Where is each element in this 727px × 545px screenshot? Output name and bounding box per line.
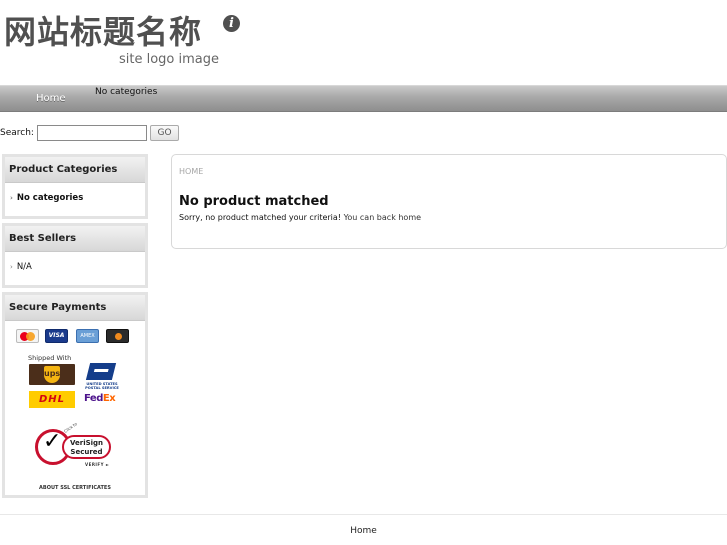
amex-icon: AMEX bbox=[76, 329, 99, 343]
info-icon: i bbox=[223, 15, 240, 32]
search-go-button[interactable]: GO bbox=[150, 125, 179, 141]
main-content-panel: HOME No product matched Sorry, no produc… bbox=[171, 154, 727, 249]
mastercard-icon bbox=[16, 329, 39, 343]
footer-home-link[interactable]: Home bbox=[0, 526, 727, 536]
search-input[interactable] bbox=[37, 125, 147, 141]
discover-icon bbox=[106, 329, 129, 343]
verisign-seal[interactable]: ✓ Click to VeriSign Secured VERIFY ► bbox=[33, 421, 117, 471]
nav-categories-text: No categories bbox=[95, 87, 158, 97]
fedex-logo-icon: FedEx bbox=[84, 393, 116, 404]
site-title: 网站标题名称 bbox=[4, 13, 203, 51]
footer-divider bbox=[0, 514, 727, 515]
checkmark-icon: ✓ bbox=[43, 429, 62, 454]
bullet-arrow-icon: › bbox=[10, 263, 13, 271]
nav-home-link[interactable]: Home bbox=[36, 93, 66, 104]
product-categories-box: Product Categories › No categories bbox=[2, 154, 148, 219]
bullet-arrow-icon: › bbox=[10, 194, 13, 202]
secure-payments-box: Secure Payments VISA AMEX Shipped With u… bbox=[2, 292, 148, 498]
best-sellers-title: Best Sellers bbox=[5, 226, 145, 252]
no-result-text: Sorry, no product matched your criteria! bbox=[179, 213, 342, 222]
back-home-link[interactable]: You can back home bbox=[344, 213, 421, 222]
breadcrumb[interactable]: HOME bbox=[179, 167, 203, 176]
usps-logo-icon: UNITED STATES POSTAL SERVICE bbox=[82, 363, 120, 390]
best-seller-item: › N/A bbox=[5, 252, 145, 284]
usps-eagle-icon bbox=[85, 363, 117, 380]
best-sellers-box: Best Sellers › N/A bbox=[2, 223, 148, 288]
verisign-secured: Secured bbox=[70, 448, 103, 456]
verisign-name: VeriSign bbox=[69, 439, 104, 447]
secure-payments-title: Secure Payments bbox=[5, 295, 145, 321]
page-title: No product matched bbox=[179, 194, 329, 209]
ups-logo-icon: ups bbox=[29, 364, 75, 385]
category-item[interactable]: › No categories bbox=[5, 183, 145, 215]
nav-bar: Home No categories bbox=[0, 85, 727, 112]
verisign-click-text: Click to bbox=[62, 421, 78, 434]
fedex-fe-text: Fed bbox=[84, 393, 103, 404]
verisign-badge: VeriSign Secured bbox=[62, 435, 111, 459]
usps-text: UNITED STATES POSTAL SERVICE bbox=[85, 382, 119, 390]
payment-logos: VISA AMEX Shipped With ups UNITED STATES… bbox=[5, 321, 145, 497]
no-result-message: Sorry, no product matched your criteria!… bbox=[179, 213, 421, 222]
ups-shield-text: ups bbox=[44, 366, 60, 383]
site-logo[interactable]: 网站标题名称 i site logo image bbox=[4, 10, 244, 72]
category-item-label: No categories bbox=[16, 193, 84, 203]
search-label: Search: bbox=[0, 128, 34, 138]
dhl-logo-icon: DHL bbox=[29, 391, 75, 408]
verisign-verify: VERIFY ► bbox=[85, 462, 110, 467]
fedex-ex-text: Ex bbox=[102, 393, 116, 404]
best-seller-item-label: N/A bbox=[16, 262, 32, 272]
site-subtitle: site logo image bbox=[119, 52, 220, 67]
visa-icon: VISA bbox=[45, 329, 68, 343]
about-ssl-link[interactable]: ABOUT SSL CERTIFICATES bbox=[5, 485, 145, 491]
shipped-with-label: Shipped With bbox=[28, 354, 72, 362]
product-categories-title: Product Categories bbox=[5, 157, 145, 183]
